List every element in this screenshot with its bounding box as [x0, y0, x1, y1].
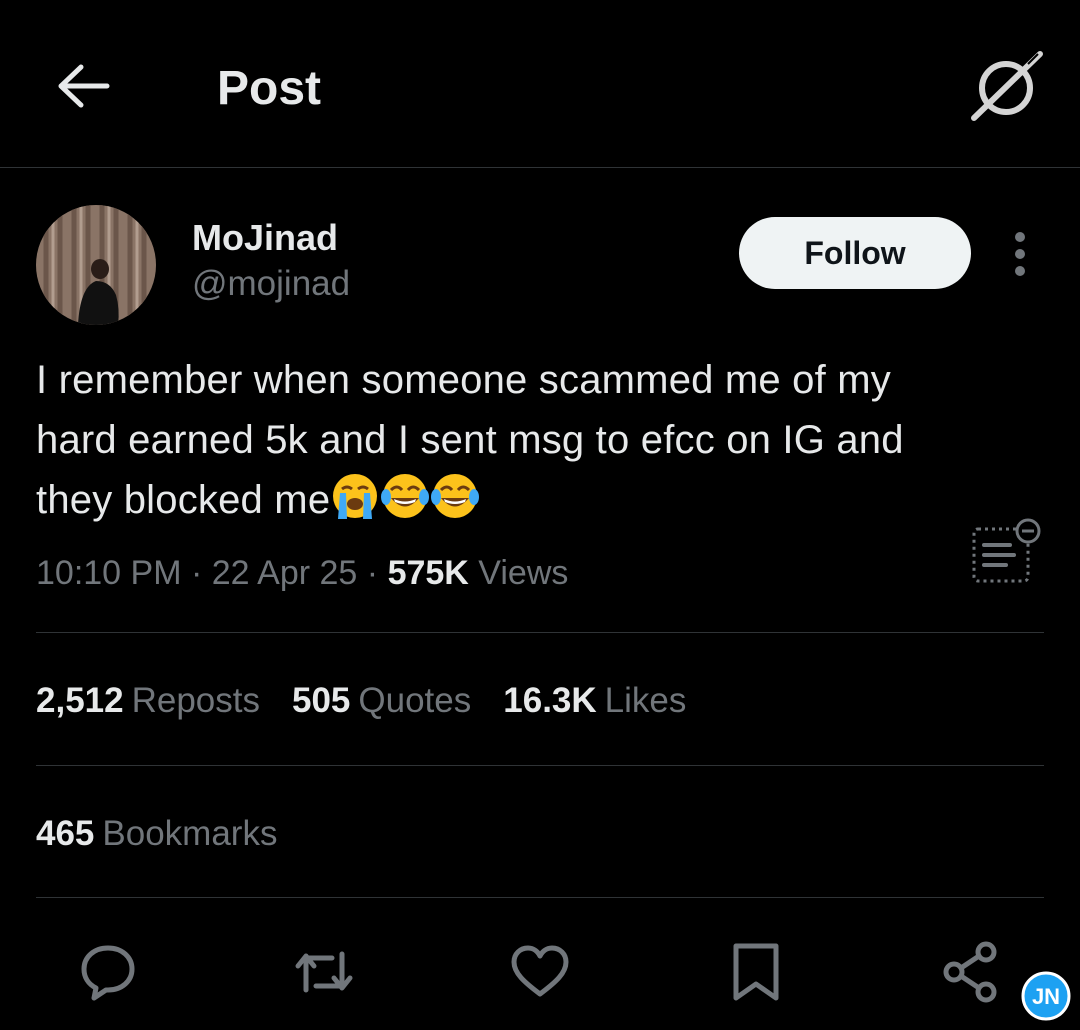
top-bar: [0, 0, 1080, 168]
bookmark-icon: [733, 943, 779, 1001]
reply-button[interactable]: [76, 940, 140, 1004]
tweet-line-3-text: they blocked me: [36, 478, 331, 522]
tweet-line-1: I remember when someone scammed me of my: [36, 358, 891, 402]
avatar-image: [36, 205, 156, 325]
watermark-logo: JN: [1020, 970, 1072, 1022]
follow-button[interactable]: Follow: [739, 217, 971, 289]
likes-label: Likes: [604, 681, 687, 720]
heart-icon: [511, 945, 569, 997]
reposts-stat[interactable]: 2,512 Reposts: [36, 678, 260, 724]
avatar[interactable]: [36, 205, 156, 325]
divider: [36, 632, 1044, 633]
share-button[interactable]: [940, 940, 1004, 1004]
tweet-time: 10:10 PM: [36, 554, 182, 592]
author-handle[interactable]: @mojinad: [192, 262, 350, 306]
engagement-stats: 2,512 Reposts 505 Quotes 16.3K Likes: [36, 678, 718, 724]
likes-count: 16.3K: [503, 681, 597, 720]
quotes-stat[interactable]: 505 Quotes: [292, 678, 471, 724]
page-title: Post: [217, 62, 322, 115]
views-count: 575K: [387, 554, 469, 592]
tweet-line-2: hard earned 5k and I sent msg to efcc on…: [36, 418, 904, 462]
repost-button[interactable]: [292, 940, 356, 1004]
more-options-button[interactable]: [1000, 230, 1040, 278]
like-button[interactable]: [508, 940, 572, 1004]
divider: [36, 765, 1044, 766]
tweet-line-3: they blocked me: [36, 470, 1046, 530]
likes-stat[interactable]: 16.3K Likes: [503, 678, 686, 724]
arrow-left-icon: [58, 64, 110, 108]
meta-separator: ·: [366, 554, 379, 592]
grok-button[interactable]: [968, 48, 1044, 124]
repost-icon: [295, 951, 353, 993]
grok-icon: [971, 51, 1043, 121]
quotes-count: 505: [292, 681, 351, 720]
divider: [36, 897, 1044, 898]
bookmarks-count: 465: [36, 814, 95, 853]
author-display-name[interactable]: MoJinad: [192, 216, 338, 260]
tweet-metadata: 10:10 PM · 22 Apr 25 · 575K Views: [36, 551, 568, 595]
bookmark-button[interactable]: [724, 940, 788, 1004]
reposts-count: 2,512: [36, 681, 124, 720]
quotes-label: Quotes: [358, 681, 472, 720]
notes-icon: [972, 518, 1041, 583]
bookmarks-stat[interactable]: 465 Bookmarks: [36, 811, 277, 857]
tweet-date: 22 Apr 25: [211, 554, 358, 592]
views-label: Views: [478, 554, 569, 592]
face-with-tears-of-joy-icon: [431, 474, 480, 518]
more-vertical-icon: [1015, 232, 1025, 276]
meta-separator: ·: [190, 554, 203, 592]
share-icon: [943, 941, 997, 1003]
reposts-label: Reposts: [131, 681, 260, 720]
post-analytics-button[interactable]: [968, 515, 1044, 587]
bookmarks-label: Bookmarks: [102, 814, 278, 853]
reply-icon: [81, 945, 135, 1001]
tweet-text: I remember when someone scammed me of my…: [36, 350, 1046, 530]
loudly-crying-face-icon: [333, 474, 378, 519]
back-button[interactable]: [54, 56, 114, 116]
watermark-text: JN: [1032, 984, 1060, 1009]
face-with-tears-of-joy-icon: [381, 474, 430, 518]
